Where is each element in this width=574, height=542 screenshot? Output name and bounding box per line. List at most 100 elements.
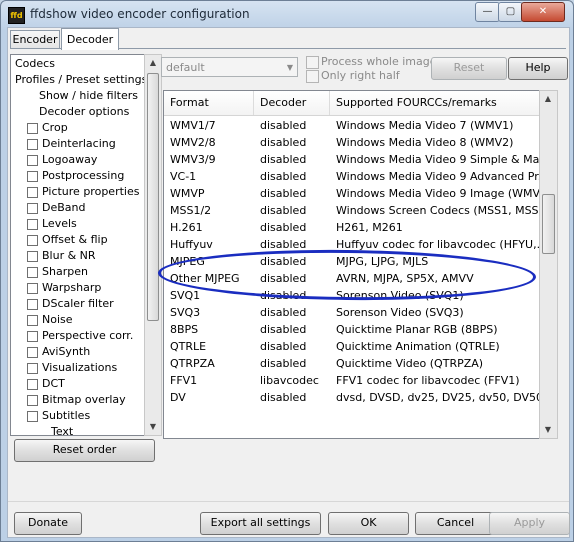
tree-scroll-thumb[interactable] [147, 73, 159, 321]
column-header-decoder[interactable]: Decoder [254, 91, 330, 115]
table-row[interactable]: WMVP disabled Windows Media Video 9 Image … [164, 185, 540, 202]
format-cell: QTRPZA [170, 357, 215, 370]
scroll-up-arrow-icon[interactable]: ▲ [145, 55, 161, 71]
cancel-button[interactable]: Cancel [415, 512, 496, 535]
filter-checkbox[interactable] [27, 251, 38, 262]
tree-item-label: Postprocessing [42, 169, 125, 182]
filter-checkbox[interactable] [27, 283, 38, 294]
window-title: ffdshow video encoder configuration [30, 7, 250, 21]
apply-button[interactable]: Apply [489, 512, 570, 535]
table-row[interactable]: MSS1/2 disabled Windows Screen Codecs (MSS… [164, 202, 540, 219]
filter-checkbox[interactable] [27, 331, 38, 342]
tree-scrollbar[interactable]: ▲ ▼ [144, 54, 162, 436]
filter-checkbox[interactable] [27, 299, 38, 310]
table-row[interactable]: VC-1 disabled Windows Media Video 9 Advanc… [164, 168, 540, 185]
table-row[interactable]: DV disabled dvsd, DVSD, dv25, DV25, dv50, … [164, 389, 540, 406]
decoder-cell: disabled [260, 340, 307, 353]
format-cell: MSS1/2 [170, 204, 212, 217]
fourcc-cell: dvsd, DVSD, dv25, DV25, dv50, DV50 [336, 391, 540, 404]
help-button[interactable]: Help [508, 57, 568, 80]
reset-order-button[interactable]: Reset order [14, 439, 155, 462]
fourcc-cell: Quicktime Animation (QTRLE) [336, 340, 500, 353]
table-row[interactable]: WMV3/9 disabled Windows Media Video 9 Simp… [164, 151, 540, 168]
tab-decoder[interactable]: Decoder [61, 28, 119, 50]
minimize-icon[interactable]: — [475, 2, 500, 22]
filter-checkbox[interactable] [27, 315, 38, 326]
table-row[interactable]: SVQ3 disabled Sorenson Video (SVQ3) [164, 304, 540, 321]
scroll-down-arrow-icon[interactable]: ▼ [145, 419, 161, 435]
format-cell: SVQ3 [170, 306, 201, 319]
close-icon[interactable]: ✕ [521, 2, 565, 22]
only-right-half-checkbox[interactable] [306, 70, 319, 83]
format-cell: MJPEG [170, 255, 205, 268]
filter-checkbox[interactable] [27, 155, 38, 166]
filter-checkbox[interactable] [27, 411, 38, 422]
decoder-cell: disabled [260, 357, 307, 370]
table-row[interactable]: 8BPS disabled Quicktime Planar RGB (8BPS) [164, 321, 540, 338]
table-row[interactable]: FFV1 libavcodec FFV1 codec for libavcodec … [164, 372, 540, 389]
codec-table[interactable]: Format Decoder Supported FOURCCs/remarks… [163, 90, 541, 439]
table-row[interactable]: H.261 disabled H261, M261 [164, 219, 540, 236]
filter-checkbox[interactable] [27, 171, 38, 182]
filter-checkbox[interactable] [27, 379, 38, 390]
table-scroll-thumb[interactable] [542, 194, 555, 254]
export-all-settings-button[interactable]: Export all settings [200, 512, 321, 535]
filter-checkbox[interactable] [27, 363, 38, 374]
filter-checkbox[interactable] [27, 235, 38, 246]
table-row[interactable]: SVQ1 disabled Sorenson Video (SVQ1) [164, 287, 540, 304]
table-row[interactable]: WMV1/7 disabled Windows Media Video 7 (WMV… [164, 117, 540, 134]
process-whole-image-checkbox[interactable] [306, 56, 319, 69]
title-bar[interactable]: ffd ffdshow video encoder configuration … [1, 1, 573, 27]
table-row[interactable]: MJPEG disabled MJPG, LJPG, MJLS [164, 253, 540, 270]
decoder-cell: disabled [260, 119, 307, 132]
filter-checkbox[interactable] [27, 347, 38, 358]
tree-item-label: Show / hide filters [39, 89, 138, 102]
table-scrollbar[interactable]: ▲ ▼ [539, 90, 558, 439]
tab-encoder[interactable]: Encoder [10, 30, 60, 49]
format-cell: VC-1 [170, 170, 197, 183]
table-row[interactable]: WMV2/8 disabled Windows Media Video 8 (WMV… [164, 134, 540, 151]
decoder-cell: disabled [260, 272, 307, 285]
settings-tree[interactable]: Codecs Profiles / Preset settings Show / h… [10, 54, 156, 436]
fourcc-cell: Sorenson Video (SVQ3) [336, 306, 464, 319]
fourcc-cell: Huffyuv codec for libavcodec (HFYU,... [336, 238, 540, 251]
fourcc-cell: H261, M261 [336, 221, 403, 234]
chevron-down-icon: ▼ [286, 63, 293, 72]
filter-checkbox[interactable] [27, 267, 38, 278]
tree-item-label: Visualizations [42, 361, 118, 374]
tree-item-label: Crop [42, 121, 68, 134]
reset-button[interactable]: Reset [431, 57, 507, 80]
format-cell: QTRLE [170, 340, 207, 353]
decoder-cell: libavcodec [260, 374, 319, 387]
table-row[interactable]: QTRPZA disabled Quicktime Video (QTRPZA) [164, 355, 540, 372]
preset-dropdown[interactable]: default ▼ [161, 57, 298, 77]
column-header-fourcc[interactable]: Supported FOURCCs/remarks [330, 91, 540, 115]
decoder-cell: disabled [260, 391, 307, 404]
filter-checkbox[interactable] [27, 203, 38, 214]
tree-item-label: Warpsharp [42, 281, 102, 294]
filter-checkbox[interactable] [27, 187, 38, 198]
table-row[interactable]: QTRLE disabled Quicktime Animation (QTRLE) [164, 338, 540, 355]
filter-checkbox[interactable] [27, 123, 38, 134]
table-row[interactable]: Other MJPEG disabled AVRN, MJPA, SP5X, AMV… [164, 270, 540, 287]
tree-item-label: Sharpen [42, 265, 88, 278]
donate-button[interactable]: Donate [14, 512, 82, 535]
fourcc-cell: AVRN, MJPA, SP5X, AMVV [336, 272, 474, 285]
tree-item-label: Picture properties [42, 185, 140, 198]
filter-checkbox[interactable] [27, 219, 38, 230]
maximize-icon[interactable]: ▢ [498, 2, 523, 22]
decoder-cell: disabled [260, 170, 307, 183]
scroll-up-arrow-icon[interactable]: ▲ [540, 91, 556, 107]
scroll-down-arrow-icon[interactable]: ▼ [540, 422, 556, 438]
filter-checkbox[interactable] [27, 395, 38, 406]
preset-dropdown-value: default [166, 61, 205, 74]
filter-checkbox[interactable] [27, 139, 38, 150]
fourcc-cell: Quicktime Planar RGB (8BPS) [336, 323, 498, 336]
fourcc-cell: Windows Media Video 9 Image (WMV... [336, 187, 540, 200]
column-header-format[interactable]: Format [164, 91, 254, 115]
ok-button[interactable]: OK [328, 512, 409, 535]
format-cell: Other MJPEG [170, 272, 240, 285]
only-right-half-label: Only right half [321, 69, 400, 82]
fourcc-cell: Sorenson Video (SVQ1) [336, 289, 464, 302]
table-row[interactable]: Huffyuv disabled Huffyuv codec for libavco… [164, 236, 540, 253]
